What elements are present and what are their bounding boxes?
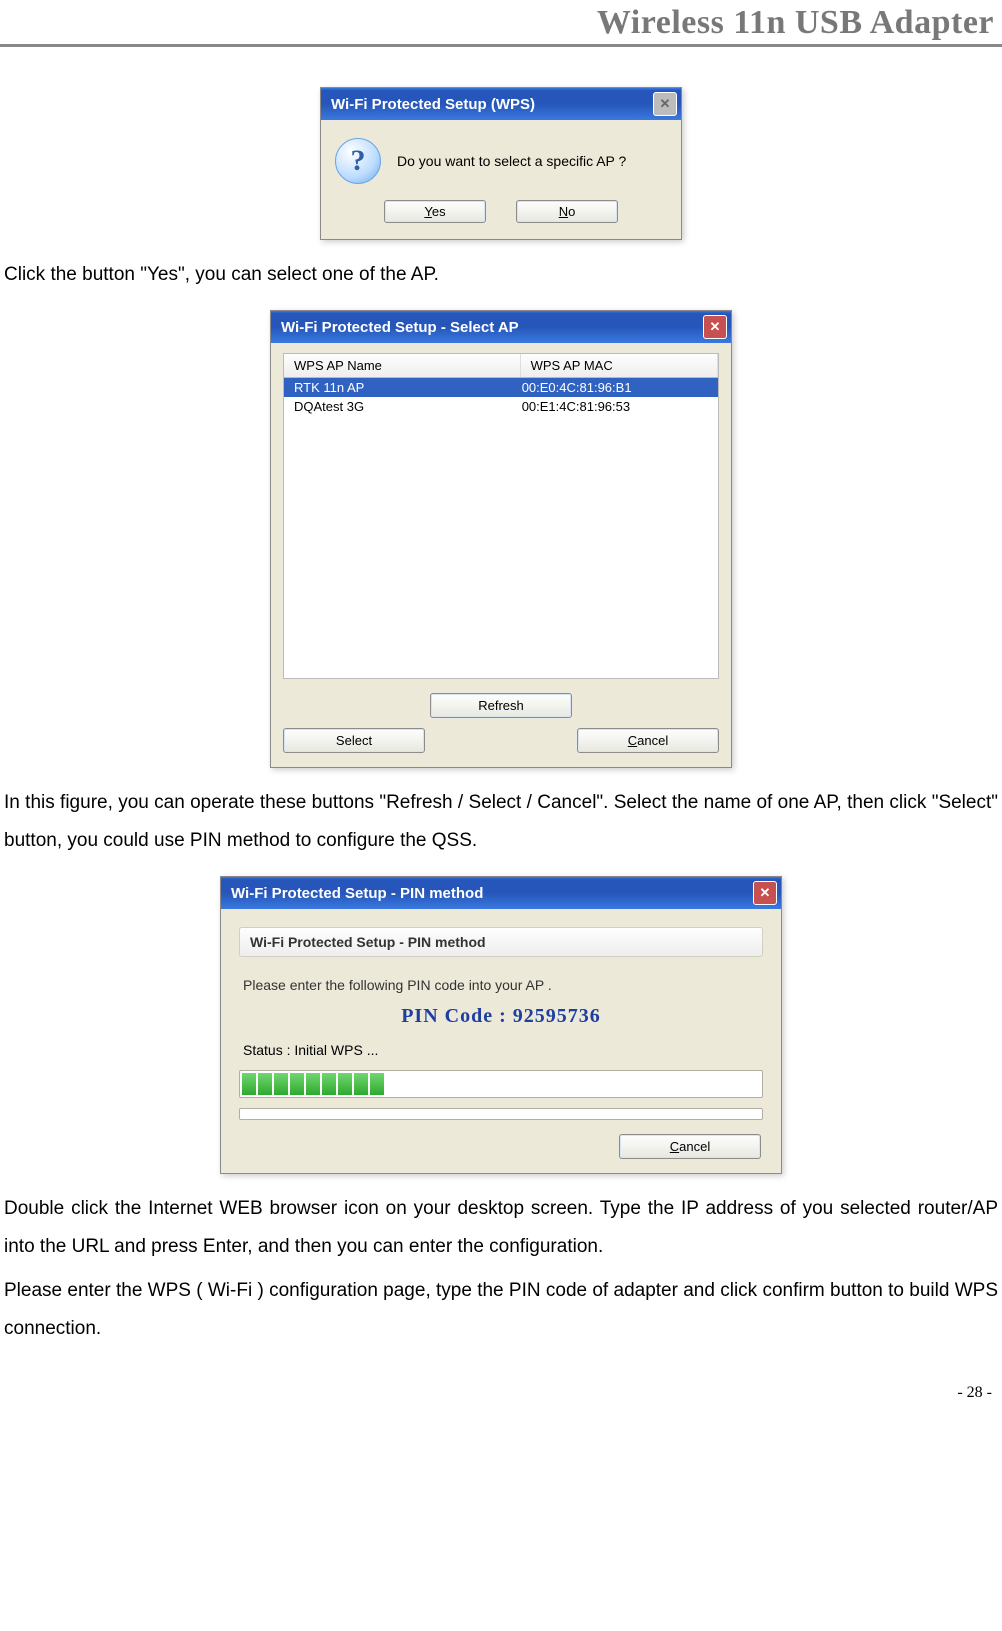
- cancel-rest: ancel: [637, 733, 668, 748]
- pin-method-dialog: Wi-Fi Protected Setup - PIN method ✕ Wi-…: [220, 876, 782, 1174]
- col-wps-ap-name[interactable]: WPS AP Name: [284, 354, 521, 377]
- ap-table-header: WPS AP Name WPS AP MAC: [283, 353, 719, 378]
- status-text: Status : Initial WPS ...: [239, 1038, 763, 1070]
- cancel-rest: ancel: [679, 1139, 710, 1154]
- page-header: Wireless 11n USB Adapter: [0, 0, 1002, 47]
- instruction-text-2: In this figure, you can operate these bu…: [0, 784, 1002, 860]
- dialog1-title: Wi-Fi Protected Setup (WPS): [331, 96, 535, 113]
- refresh-button[interactable]: Refresh: [430, 693, 572, 718]
- dialog2-title: Wi-Fi Protected Setup - Select AP: [281, 319, 519, 336]
- ap-mac: 00:E0:4C:81:96:B1: [522, 380, 708, 395]
- dialog3-title: Wi-Fi Protected Setup - PIN method: [231, 885, 483, 902]
- ap-name: RTK 11n AP: [294, 380, 522, 395]
- ap-mac: 00:E1:4C:81:96:53: [522, 399, 708, 414]
- ap-name: DQAtest 3G: [294, 399, 522, 414]
- instruction-text-1: Click the button "Yes", you can select o…: [0, 256, 1002, 294]
- dialog3-message: Please enter the following PIN code into…: [239, 957, 763, 1001]
- select-button[interactable]: Select: [283, 728, 425, 753]
- pin-code: PIN Code : 92595736: [239, 1001, 763, 1038]
- instruction-text-3: Double click the Internet WEB browser ic…: [0, 1190, 1002, 1266]
- ap-list[interactable]: RTK 11n AP 00:E0:4C:81:96:B1 DQAtest 3G …: [283, 378, 719, 679]
- header-title: Wireless 11n USB Adapter: [597, 4, 994, 41]
- select-ap-dialog: Wi-Fi Protected Setup - Select AP ✕ WPS …: [270, 310, 732, 768]
- no-rest: o: [568, 204, 575, 219]
- page-number: - 28 -: [0, 1364, 1002, 1422]
- col-wps-ap-mac[interactable]: WPS AP MAC: [521, 354, 718, 377]
- dialog2-titlebar: Wi-Fi Protected Setup - Select AP ✕: [271, 311, 731, 343]
- dialog3-titlebar: Wi-Fi Protected Setup - PIN method ✕: [221, 877, 781, 909]
- close-icon[interactable]: ✕: [703, 315, 727, 339]
- table-row[interactable]: RTK 11n AP 00:E0:4C:81:96:B1: [284, 378, 718, 397]
- cancel-button[interactable]: Cancel: [577, 728, 719, 753]
- cancel-button[interactable]: Cancel: [619, 1134, 761, 1159]
- close-icon[interactable]: ✕: [753, 881, 777, 905]
- no-button[interactable]: No: [516, 200, 618, 223]
- wps-confirm-dialog: Wi-Fi Protected Setup (WPS) ✕ ? Do you w…: [320, 87, 682, 240]
- instruction-text-4: Please enter the WPS ( Wi-Fi ) configura…: [0, 1272, 1002, 1348]
- progress-bar: [239, 1070, 763, 1098]
- secondary-bar: [239, 1108, 763, 1120]
- dialog1-message: Do you want to select a specific AP ?: [397, 153, 667, 169]
- table-row[interactable]: DQAtest 3G 00:E1:4C:81:96:53: [284, 397, 718, 416]
- dialog3-subtitle: Wi-Fi Protected Setup - PIN method: [239, 927, 763, 957]
- yes-rest: es: [432, 204, 446, 219]
- yes-button[interactable]: Yes: [384, 200, 486, 223]
- question-icon: ?: [335, 138, 381, 184]
- dialog1-titlebar: Wi-Fi Protected Setup (WPS) ✕: [321, 88, 681, 120]
- close-icon[interactable]: ✕: [653, 92, 677, 116]
